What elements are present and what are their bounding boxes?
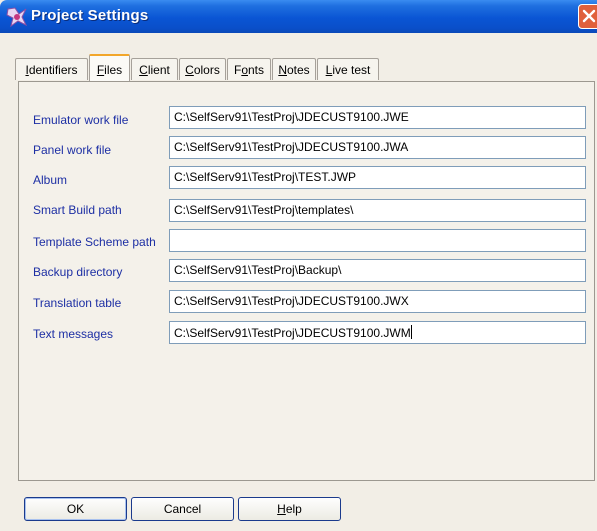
app-icon (6, 7, 28, 28)
text-messages-label: Text messages (33, 327, 114, 341)
title-bar[interactable]: Project Settings (0, 0, 597, 33)
window-title: Project Settings (31, 7, 149, 24)
tab-notes[interactable]: Notes (272, 58, 316, 80)
close-icon (582, 9, 596, 23)
smart-build-path-label: Smart Build path (33, 203, 122, 217)
tab-identifiers[interactable]: Identifiers (15, 58, 88, 80)
close-button[interactable] (578, 4, 597, 29)
album-field[interactable]: C:\SelfServ91\TestProj\TEST.JWP (169, 166, 586, 189)
tab-colors[interactable]: Colors (179, 58, 226, 80)
tab-client[interactable]: Client (131, 58, 178, 80)
text-messages-field[interactable]: C:\SelfServ91\TestProj\JDECUST9100.JWM (169, 321, 586, 344)
backup-directory-field[interactable]: C:\SelfServ91\TestProj\Backup\ (169, 259, 586, 282)
tab-fonts[interactable]: Fonts (227, 58, 271, 80)
ok-button[interactable]: OK (24, 497, 127, 521)
backup-directory-label: Backup directory (33, 265, 123, 279)
tab-live-test[interactable]: Live test (317, 58, 379, 80)
text-cursor (410, 325, 412, 339)
panel-work-file-label: Panel work file (33, 143, 112, 157)
smart-build-path-field[interactable]: C:\SelfServ91\TestProj\templates\ (169, 199, 586, 222)
help-button[interactable]: Help (238, 497, 341, 521)
panel-work-file-field[interactable]: C:\SelfServ91\TestProj\JDECUST9100.JWA (169, 136, 586, 159)
translation-table-label: Translation table (33, 296, 122, 310)
project-settings-window: Project Settings Identifiers Files Clien… (0, 0, 597, 531)
translation-table-field[interactable]: C:\SelfServ91\TestProj\JDECUST9100.JWX (169, 290, 586, 313)
template-scheme-path-field[interactable] (169, 229, 586, 252)
emulator-work-file-label: Emulator work file (33, 113, 129, 127)
album-label: Album (33, 173, 68, 187)
template-scheme-path-label: Template Scheme path (33, 235, 156, 249)
tab-files[interactable]: Files (89, 54, 130, 81)
emulator-work-file-field[interactable]: C:\SelfServ91\TestProj\JDECUST9100.JWE (169, 106, 586, 129)
cancel-button[interactable]: Cancel (131, 497, 234, 521)
